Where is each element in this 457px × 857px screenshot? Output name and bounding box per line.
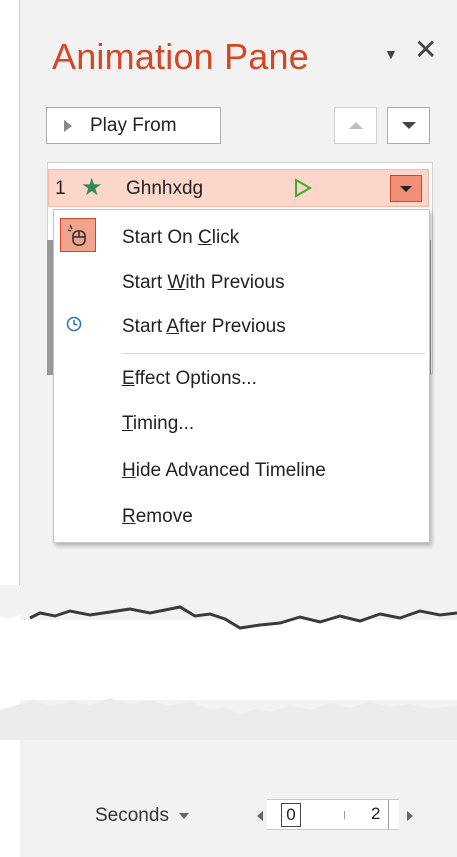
menu-item-text: lick [211,227,240,248]
close-icon[interactable]: ✕ [414,36,437,64]
timeline-ruler[interactable]: 0 2 [267,799,399,830]
menu-item-effect-options[interactable]: Effect Options... [122,368,257,390]
menu-item-text: ffect Options... [134,368,257,389]
menu-item-text: ith Previous [185,272,285,293]
access-key: C [198,227,212,248]
timeline-units-dropdown[interactable]: Seconds [95,805,189,827]
menu-item-text: fter Previous [179,316,286,337]
ruler-tick [344,811,345,819]
menu-item-text: Start On [122,227,199,248]
access-key: A [166,316,180,337]
triangle-up-icon [348,122,363,129]
menu-item-timing[interactable]: Timing... [122,413,194,435]
context-menu: Start On Click Start With Previous Start… [53,209,430,543]
access-key: R [122,506,136,527]
pane-title: Animation Pane [52,36,309,77]
mouse-click-icon [60,218,96,252]
animation-name: Ghnhxdg [126,178,204,199]
menu-item-start-after-previous[interactable]: Start After Previous [122,316,286,338]
ruler-mark-value: 2 [371,804,381,823]
menu-item-text: emove [135,506,193,527]
play-from-label: Play From [90,114,177,136]
access-key: W [167,272,186,293]
play-icon [64,119,72,132]
menu-item-text: Start [122,272,168,293]
animation-list-item[interactable]: 1 ★ Ghnhxdg [48,169,429,207]
scroll-left-icon[interactable] [257,811,263,821]
animation-order-number: 1 [55,178,66,199]
menu-item-start-on-click[interactable]: Start On Click [122,227,239,249]
access-key: H [122,460,136,481]
triangle-down-icon [401,122,416,129]
ruler-end [388,800,389,829]
pane-border [19,0,20,610]
menu-item-hide-advanced-timeline[interactable]: Hide Advanced Timeline [122,460,326,482]
chevron-down-icon [400,185,412,192]
timeline-units-label: Seconds [95,805,169,826]
access-key: E [122,368,135,389]
menu-item-remove[interactable]: Remove [122,506,193,528]
torn-edge-bottom [0,698,457,740]
menu-item-start-with-previous[interactable]: Start With Previous [122,272,285,294]
scroll-right-icon[interactable] [407,811,413,821]
torn-edge-top [0,585,457,630]
clock-icon [66,316,82,337]
menu-item-text: Start [122,316,167,337]
menu-separator [122,353,425,354]
menu-item-text: ide Advanced Timeline [135,460,326,481]
play-from-button[interactable]: Play From [46,107,221,144]
ruler-start-value: 0 [281,803,301,827]
item-dropdown-button[interactable] [390,175,422,202]
play-triangle-icon [294,178,313,204]
star-icon: ★ [81,174,103,201]
access-key: T [122,413,133,434]
chevron-down-icon [178,813,189,819]
menu-item-text: iming... [132,413,195,434]
pane-options-icon[interactable]: ▼ [384,46,398,62]
move-down-button[interactable] [387,107,430,144]
move-up-button[interactable] [334,107,377,144]
